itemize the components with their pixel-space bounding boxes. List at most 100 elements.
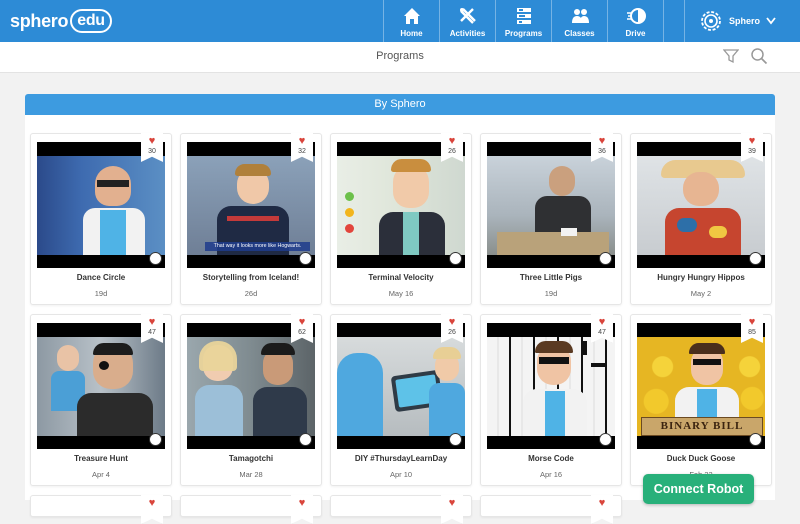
nav-drive-label: Drive [625,29,646,38]
program-thumbnail [337,323,465,449]
filter-icon[interactable] [723,48,739,64]
program-thumbnail [37,323,165,449]
sphero-edu-logo[interactable]: sphero edu [10,9,112,33]
program-thumbnail [487,142,615,268]
like-count: 26 [448,329,456,336]
program-card[interactable]: ♥ 36 Three Little Pigs 19d [480,133,622,305]
sphero-robot-icon [599,433,612,446]
program-date: 19d [94,289,108,298]
program-card[interactable]: ♥ 39 Hungry Hungry Hippos May 2 [630,133,772,305]
program-date: Apr 16 [539,470,563,479]
program-card[interactable]: ♥ 26 DIY #ThursdayLearnDay Apr 10 [330,314,472,486]
program-thumbnail [37,142,165,268]
heart-icon: ♥ [298,316,306,328]
program-date: Apr 4 [92,470,110,479]
like-ribbon[interactable]: ♥ [141,495,163,524]
binary-bill-sign: BINARY BILL [641,417,763,436]
like-count: 30 [148,148,156,155]
program-name: Treasure Hunt [74,454,128,463]
program-card[interactable]: ♥ 26 Terminal Velocity May 16 [330,133,472,305]
like-count: 85 [748,329,756,336]
gear-icon [701,11,721,31]
program-card-partial[interactable]: ♥ [480,495,622,524]
user-menu[interactable]: Sphero [684,0,800,42]
heart-icon: ♥ [448,316,456,328]
program-name: DIY #ThursdayLearnDay [354,454,448,463]
search-icon[interactable] [750,47,768,65]
top-navigation-bar: sphero edu Home Activities Programs Clas… [0,0,800,42]
like-ribbon[interactable]: ♥ [591,495,613,524]
program-date: 19d [544,289,558,298]
program-thumbnail: BINARY BILL [637,323,765,449]
nav-classes-label: Classes [564,29,595,38]
like-count: 62 [298,329,306,336]
nav-divider [663,0,664,42]
program-card[interactable]: ♥ 47 Morse Code Apr 16 [480,314,622,486]
heart-icon: ♥ [598,316,606,328]
classes-icon [571,9,589,23]
program-name: Tamagotchi [228,454,274,463]
main-nav: Home Activities Programs Classes Drive [383,0,664,42]
programs-icon [516,8,531,24]
program-name: Duck Duck Goose [666,454,736,463]
heart-icon: ♥ [448,135,456,147]
sphero-robot-icon [149,433,162,446]
activities-icon [459,8,476,24]
sphero-robot-icon [449,252,462,265]
heart-icon: ♥ [748,316,756,328]
heart-icon: ♥ [448,497,456,509]
program-thumbnail: That way it looks more like Hogwarts. [187,142,315,268]
program-date: 26d [244,289,258,298]
program-thumbnail [487,323,615,449]
sphero-robot-icon [599,252,612,265]
heart-icon: ♥ [148,135,156,147]
nav-activities-label: Activities [449,29,486,38]
program-date: Mar 28 [239,470,263,479]
sphero-robot-icon [299,433,312,446]
program-thumbnail [637,142,765,268]
like-count: 26 [448,148,456,155]
program-name: Terminal Velocity [368,273,434,282]
program-grid: ♥ 30 Dance Circle 19d That way it looks … [25,115,775,524]
sphero-robot-icon [749,252,762,265]
program-card[interactable]: ♥ 47 Treasure Hunt Apr 4 [30,314,172,486]
nav-activities[interactable]: Activities [439,0,495,42]
like-ribbon[interactable]: ♥ [441,495,463,524]
program-card-partial[interactable]: ♥ [180,495,322,524]
program-card[interactable]: ♥ 30 Dance Circle 19d [30,133,172,305]
sphero-robot-icon [749,433,762,446]
nav-home[interactable]: Home [383,0,439,42]
sphero-robot-icon [149,252,162,265]
nav-programs[interactable]: Programs [495,0,551,42]
program-date: May 16 [388,289,414,298]
program-card[interactable]: That way it looks more like Hogwarts. ♥ … [180,133,322,305]
heart-icon: ♥ [598,135,606,147]
program-date: Apr 10 [389,470,413,479]
program-thumbnail [187,323,315,449]
like-count: 32 [298,148,306,155]
program-card[interactable]: BINARY BILL ♥ 85 Duck Duck Goose Feb 22 [630,314,772,486]
program-card[interactable]: ♥ 62 Tamagotchi Mar 28 [180,314,322,486]
program-date: May 2 [690,289,712,298]
home-icon [403,8,420,24]
like-count: 47 [148,329,156,336]
user-name: Sphero [729,16,761,26]
heart-icon: ♥ [298,135,306,147]
like-count: 39 [748,148,756,155]
heart-icon: ♥ [298,497,306,509]
nav-programs-label: Programs [504,29,543,38]
like-count: 47 [598,329,606,336]
nav-drive[interactable]: Drive [607,0,663,42]
program-card-partial[interactable]: ♥ [330,495,472,524]
heart-icon: ♥ [148,316,156,328]
like-count: 36 [598,148,606,155]
sphero-robot-icon [299,252,312,265]
nav-classes[interactable]: Classes [551,0,607,42]
program-name: Three Little Pigs [519,273,583,282]
heart-icon: ♥ [148,497,156,509]
program-card-partial[interactable]: ♥ [30,495,172,524]
like-ribbon[interactable]: ♥ [291,495,313,524]
logo-text: sphero [10,10,69,31]
program-name: Storytelling from Iceland! [202,273,300,282]
heart-icon: ♥ [598,497,606,509]
